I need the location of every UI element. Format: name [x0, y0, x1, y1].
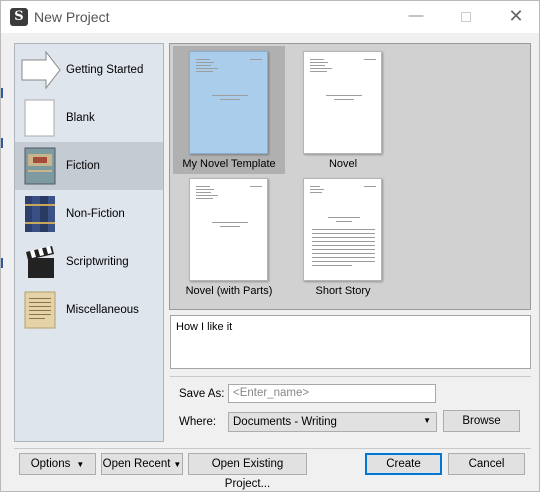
template-short-story[interactable]: Short Story [287, 173, 399, 301]
category-label: Miscellaneous [66, 304, 139, 316]
category-label: Non-Fiction [66, 208, 125, 220]
close-button[interactable]: ✕ [493, 1, 539, 33]
save-as-input[interactable]: <Enter_name> [228, 384, 436, 403]
save-as-label: Save As: [179, 388, 225, 400]
open-recent-button[interactable]: Open Recent ▼ [101, 453, 183, 475]
template-thumbnail [189, 178, 268, 281]
blank-page-icon [24, 99, 55, 137]
parchment-icon [24, 291, 56, 329]
template-thumbnail [303, 51, 382, 154]
cancel-button[interactable]: Cancel [448, 453, 525, 475]
category-label: Scriptwriting [66, 256, 129, 268]
divider [170, 376, 531, 377]
category-fiction[interactable]: Fiction [15, 142, 163, 190]
where-dropdown[interactable]: Documents - Writing ▼ [228, 412, 437, 432]
divider [14, 448, 531, 449]
create-button[interactable]: Create [365, 453, 442, 475]
where-label: Where: [179, 416, 217, 428]
category-getting-started[interactable]: Getting Started [15, 46, 163, 94]
arrow-icon [21, 50, 61, 90]
template-description[interactable]: How I like it [170, 315, 531, 369]
chevron-down-icon: ▼ [423, 416, 431, 425]
clapperboard-icon [26, 246, 54, 278]
category-scriptwriting[interactable]: Scriptwriting [15, 238, 163, 286]
category-label: Getting Started [66, 64, 144, 76]
template-grid: My Novel Template Novel Novel (with Part… [169, 43, 531, 310]
category-label: Fiction [66, 160, 100, 172]
fiction-book-icon [24, 147, 56, 185]
minimize-button[interactable]: — [393, 1, 439, 33]
options-button[interactable]: Options ▼ [19, 453, 96, 475]
template-label: My Novel Template [182, 158, 276, 170]
category-list: Getting Started Blank Fiction Non-Fictio… [14, 43, 164, 442]
template-my-novel-template[interactable]: My Novel Template [173, 46, 285, 174]
scrivener-app-icon: S [10, 8, 28, 26]
where-value: Documents - Writing [233, 416, 337, 428]
open-existing-project-button[interactable]: Open Existing Project... [188, 453, 307, 490]
title-bar[interactable]: S New Project — ✕ [1, 1, 539, 33]
template-thumbnail [189, 51, 268, 154]
template-novel[interactable]: Novel [287, 46, 399, 174]
maximize-icon [461, 12, 471, 22]
category-blank[interactable]: Blank [15, 94, 163, 142]
category-non-fiction[interactable]: Non-Fiction [15, 190, 163, 238]
category-miscellaneous[interactable]: Miscellaneous [15, 286, 163, 334]
template-label: Novel [328, 158, 358, 170]
books-icon [25, 196, 55, 232]
template-thumbnail [303, 178, 382, 281]
chevron-down-icon: ▼ [76, 460, 85, 469]
chevron-down-icon: ▼ [173, 460, 182, 469]
template-label: Short Story [315, 285, 371, 297]
open-recent-label: Open Recent [102, 458, 171, 470]
template-novel-with-parts[interactable]: Novel (with Parts) [173, 173, 285, 301]
background-window-edge [1, 33, 4, 492]
category-label: Blank [66, 112, 95, 124]
options-label: Options [30, 458, 71, 470]
browse-button[interactable]: Browse [443, 410, 520, 432]
new-project-dialog: S New Project — ✕ Getting Started Blank [0, 0, 540, 492]
window-title: New Project [34, 9, 110, 25]
template-label: Novel (with Parts) [185, 285, 273, 297]
maximize-button[interactable] [443, 1, 489, 33]
